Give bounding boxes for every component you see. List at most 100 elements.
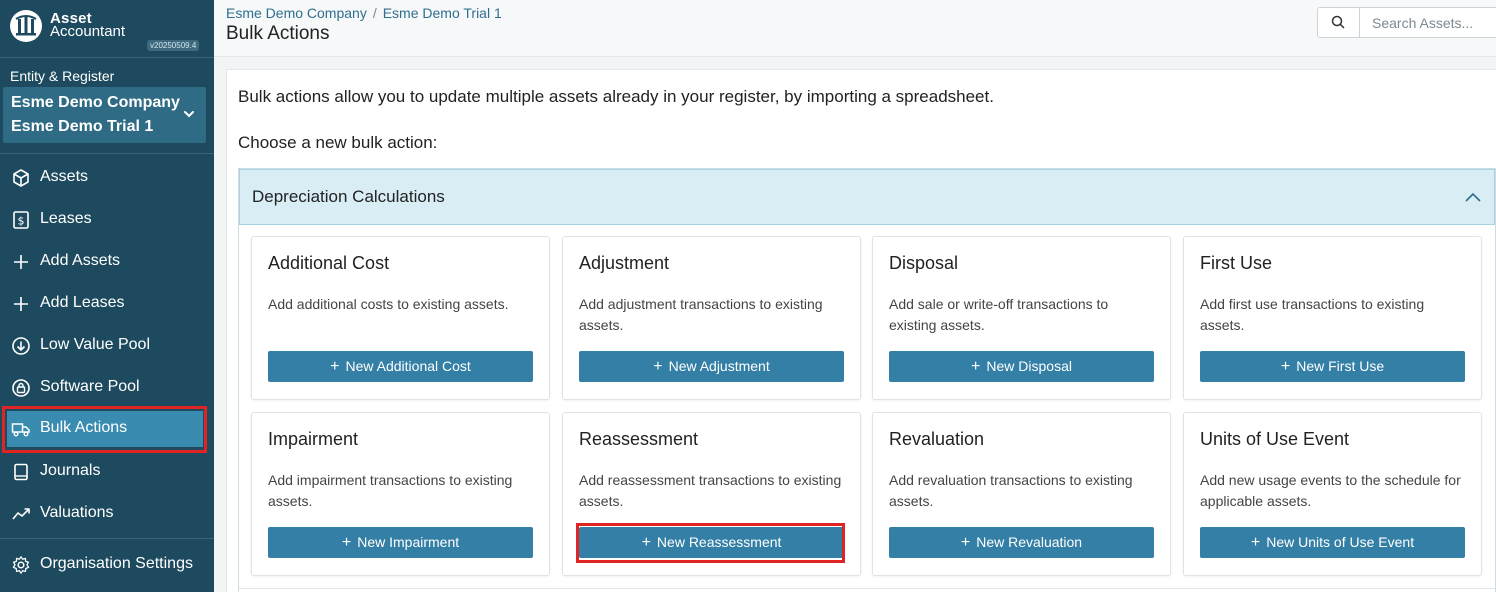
- main-content: Bulk actions allow you to update multipl…: [214, 57, 1496, 592]
- bulk-actions-panel: Bulk actions allow you to update multipl…: [226, 69, 1496, 592]
- button-label: New First Use: [1296, 357, 1385, 374]
- sidebar-item-label: Valuations: [40, 504, 114, 521]
- register-name: Esme Demo Trial 1: [11, 118, 154, 135]
- button-label: New Revaluation: [976, 533, 1083, 550]
- plus-icon: [14, 255, 28, 269]
- new-units-of-use-event-button[interactable]: + New Units of Use Event: [1200, 527, 1465, 558]
- sidebar-item-valuations[interactable]: Valuations: [0, 496, 214, 532]
- sidebar-item-low-value-pool[interactable]: Low Value Pool: [0, 328, 214, 364]
- sidebar-item-leases[interactable]: $ Leases: [0, 202, 214, 238]
- plus-icon: [14, 297, 28, 311]
- chevron-down-icon: [184, 111, 194, 118]
- plus-icon: +: [1280, 357, 1291, 375]
- card-title: Additional Cost: [268, 253, 390, 273]
- lock-circle-icon: [12, 379, 30, 397]
- new-revaluation-button[interactable]: + New Revaluation: [889, 527, 1154, 558]
- search-input[interactable]: [1362, 8, 1496, 37]
- sidebar-item-organisation-settings[interactable]: Organisation Settings: [0, 547, 214, 583]
- sidebar-item-add-assets[interactable]: Add Assets: [0, 244, 214, 280]
- card-disposal: Disposal Add sale or write-off transacti…: [872, 236, 1171, 400]
- trend-icon: [12, 508, 30, 520]
- sidebar-item-label: Bulk Actions: [40, 419, 128, 436]
- button-label: New Disposal: [986, 357, 1072, 374]
- app-logo[interactable]: Asset Accountant v20250509.4: [10, 8, 210, 54]
- chevron-up-icon: [1465, 192, 1481, 202]
- breadcrumb: Esme Demo Company / Esme Demo Trial 1: [226, 5, 502, 21]
- breadcrumb-entity[interactable]: Esme Demo Company: [226, 5, 367, 21]
- button-label: New Adjustment: [668, 357, 770, 374]
- new-first-use-button[interactable]: + New First Use: [1200, 351, 1465, 382]
- plus-icon: +: [330, 357, 340, 375]
- sidebar-divider: [0, 57, 214, 58]
- card-description: Add first use transactions to existing a…: [1200, 296, 1425, 333]
- logo-icon: [10, 10, 42, 42]
- book-icon: [14, 463, 28, 481]
- search-box: [1317, 7, 1496, 38]
- accordion-divider: [239, 588, 1495, 589]
- card-impairment: Impairment Add impairment transactions t…: [251, 412, 550, 576]
- sidebar-divider: [0, 538, 214, 539]
- card-title: First Use: [1200, 253, 1272, 273]
- new-disposal-button[interactable]: + New Disposal: [889, 351, 1154, 382]
- entity-register-label: Entity & Register: [10, 68, 115, 84]
- sidebar-item-label: Assets: [40, 168, 89, 185]
- sidebar-item-label: Low Value Pool: [40, 336, 150, 353]
- search-icon: [1331, 15, 1345, 29]
- button-label: New Impairment: [357, 533, 460, 550]
- top-bar: Esme Demo Company / Esme Demo Trial 1 Bulk…: [214, 0, 1496, 57]
- page-title: Bulk Actions: [226, 23, 330, 44]
- plus-icon: +: [971, 357, 981, 375]
- card-description: Add adjustment transactions to existing …: [579, 296, 823, 333]
- card-description: Add revaluation transactions to existing…: [889, 472, 1133, 509]
- sidebar-item-label: Organisation Settings: [40, 555, 193, 572]
- card-description: Add new usage events to the schedule for…: [1200, 472, 1461, 509]
- choose-label: Choose a new bulk action:: [238, 133, 438, 152]
- sidebar: Asset Accountant v20250509.4 Entity & Re…: [0, 0, 214, 592]
- sidebar-item-label: Add Leases: [40, 294, 125, 311]
- card-adjustment: Adjustment Add adjustment transactions t…: [562, 236, 861, 400]
- card-description: Add reassessment transactions to existin…: [579, 472, 842, 509]
- card-additional-cost: Additional Cost Add additional costs to …: [251, 236, 550, 400]
- new-reassessment-button[interactable]: + New Reassessment: [579, 527, 844, 558]
- sidebar-item-label: Software Pool: [40, 378, 140, 395]
- accordion-header[interactable]: Depreciation Calculations: [239, 169, 1495, 225]
- plus-icon: +: [341, 533, 352, 551]
- version-badge: v20250509.4: [147, 40, 200, 51]
- plus-icon: +: [653, 357, 663, 375]
- search-button[interactable]: [1318, 8, 1360, 37]
- card-revaluation: Revaluation Add revaluation transactions…: [872, 412, 1171, 576]
- card-units-of-use-event: Units of Use Event Add new usage events …: [1183, 412, 1482, 576]
- card-title: Reassessment: [579, 429, 699, 449]
- new-impairment-button[interactable]: + New Impairment: [268, 527, 533, 558]
- new-adjustment-button[interactable]: + New Adjustment: [579, 351, 844, 382]
- gear-icon: [12, 556, 30, 574]
- app-name-line2: Accountant: [50, 23, 126, 40]
- dollar-document-icon: $: [13, 211, 29, 229]
- accordion-title: Depreciation Calculations: [252, 187, 445, 206]
- plus-icon: +: [960, 533, 971, 551]
- card-first-use: First Use Add first use transactions to …: [1183, 236, 1482, 400]
- cube-icon: [13, 169, 29, 187]
- new-additional-cost-button[interactable]: + New Additional Cost: [268, 351, 533, 382]
- sidebar-item-add-leases[interactable]: Add Leases: [0, 286, 214, 322]
- sidebar-divider: [0, 153, 214, 154]
- card-title: Adjustment: [579, 253, 670, 273]
- button-label: New Reassessment: [656, 533, 782, 550]
- sidebar-item-assets[interactable]: Assets: [0, 160, 214, 196]
- card-reassessment: Reassessment Add reassessment transactio…: [562, 412, 861, 576]
- breadcrumb-register[interactable]: Esme Demo Trial 1: [383, 5, 502, 21]
- entity-name: Esme Demo Company: [11, 94, 180, 111]
- sidebar-item-bulk-actions[interactable]: Bulk Actions: [7, 411, 203, 447]
- sidebar-item-journals[interactable]: Journals: [0, 454, 214, 490]
- card-description: Add additional costs to existing assets.: [268, 296, 509, 312]
- sidebar-item-software-pool[interactable]: Software Pool: [0, 370, 214, 406]
- card-title: Revaluation: [889, 429, 985, 449]
- truck-icon: [11, 423, 30, 437]
- card-title: Impairment: [268, 429, 359, 449]
- card-description: Add sale or write-off transactions to ex…: [889, 296, 1109, 333]
- plus-icon: +: [641, 533, 651, 551]
- card-description: Add impairment transactions to existing …: [268, 472, 513, 509]
- breadcrumb-separator: /: [372, 5, 377, 21]
- button-label: New Additional Cost: [345, 357, 471, 374]
- entity-register-selector[interactable]: Esme Demo Company Esme Demo Trial 1: [3, 87, 206, 143]
